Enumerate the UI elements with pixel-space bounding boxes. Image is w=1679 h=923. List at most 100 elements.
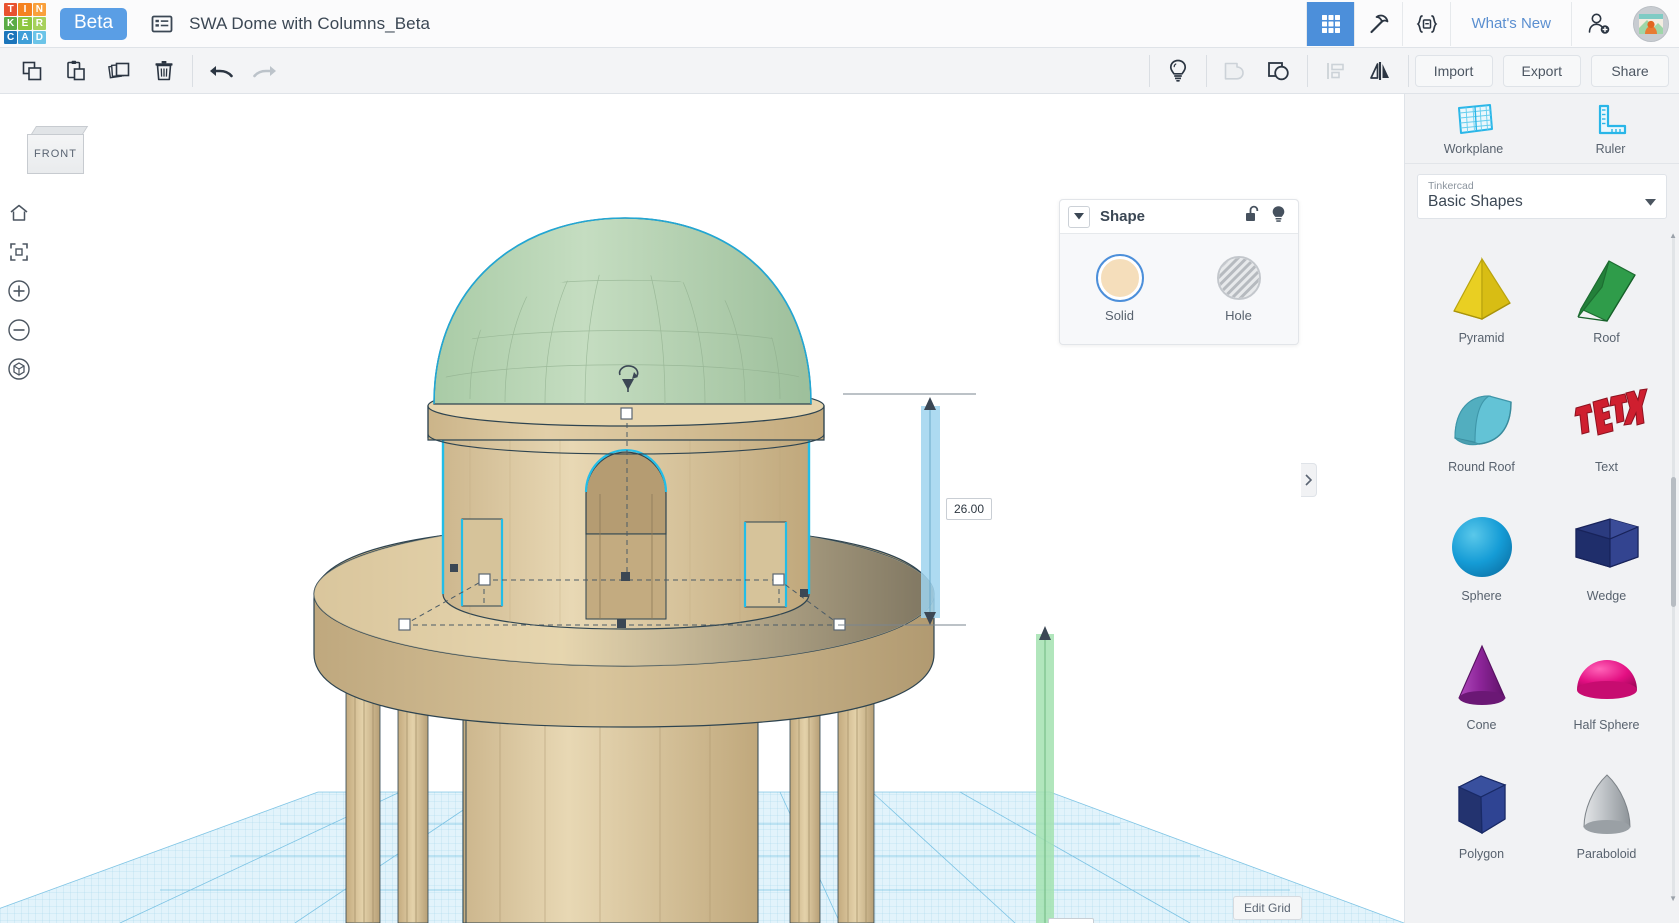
top-bar-right: What's New (1306, 0, 1679, 48)
shape-polygon[interactable]: Polygon (1419, 749, 1544, 878)
chevron-right-icon (1305, 474, 1312, 486)
shape-half-sphere[interactable]: Half Sphere (1544, 620, 1669, 749)
lightbulb-icon[interactable] (1271, 205, 1286, 229)
shape-pyramid[interactable]: Pyramid (1419, 233, 1544, 362)
solid-swatch-circle[interactable] (1095, 253, 1144, 302)
hole-swatch-label: Hole (1225, 307, 1252, 323)
shape-label: Sphere (1461, 588, 1502, 603)
half-sphere-icon (1576, 659, 1637, 699)
invite-people-button[interactable] (1571, 1, 1625, 46)
zoom-out-button[interactable] (4, 315, 34, 345)
tinkercad-app: T I N K E R C A D Beta SWA Dome with Col… (0, 0, 1679, 923)
shape-cone[interactable]: Cone (1419, 620, 1544, 749)
roof-icon (1576, 259, 1636, 322)
shapes-grid: Pyramid Roof Round Roof Text Sphere Wedg… (1405, 229, 1679, 878)
import-button[interactable]: Import (1414, 54, 1493, 87)
group-button[interactable] (1213, 51, 1257, 91)
shape-label: Text (1595, 459, 1618, 474)
workplane-tool[interactable]: Workplane (1405, 94, 1542, 163)
perspective-toggle-button[interactable] (4, 354, 34, 384)
undo-button[interactable] (199, 51, 243, 91)
paste-button[interactable] (54, 51, 98, 91)
align-button[interactable] (1314, 51, 1358, 91)
logo-tile: A (18, 31, 32, 45)
shape-roof[interactable]: Roof (1544, 233, 1669, 362)
panel-collapse-handle[interactable] (1301, 463, 1317, 497)
unlock-icon[interactable] (1244, 205, 1261, 229)
height-dimension-label[interactable]: 26.00 (946, 498, 993, 520)
scroll-up-arrow-icon[interactable]: ▲ (1669, 231, 1677, 240)
redo-button[interactable] (243, 51, 287, 91)
polygon-icon (1457, 774, 1506, 834)
ruler-tool[interactable]: Ruler (1542, 94, 1679, 163)
edit-toolbar: Import Export Share (0, 48, 1679, 94)
depth-dimension-arrow[interactable] (1036, 626, 1054, 923)
toolbar-divider (1148, 54, 1150, 87)
shape-label: Half Sphere (1573, 717, 1640, 732)
whats-new-link[interactable]: What's New (1450, 1, 1571, 46)
logo-tile: E (18, 16, 32, 31)
document-title[interactable]: SWA Dome with Columns_Beta (189, 14, 430, 34)
zoom-in-button[interactable] (4, 276, 34, 306)
text-icon (1573, 387, 1648, 436)
edit-grid-button[interactable]: Edit Grid (1233, 896, 1302, 920)
toolbar-divider (1407, 54, 1409, 87)
hole-swatch-circle[interactable] (1216, 255, 1261, 300)
hole-swatch[interactable]: Hole (1216, 255, 1261, 323)
pickaxe-build-button[interactable] (1354, 1, 1402, 46)
copy-button[interactable] (10, 51, 54, 91)
mirror-button[interactable] (1358, 51, 1402, 91)
shape-label: Polygon (1458, 846, 1505, 861)
grid-view-button[interactable] (1306, 1, 1355, 46)
shape-panel-header: Shape (1060, 200, 1298, 234)
collapse-panel-button[interactable] (1068, 205, 1090, 228)
shape-wedge[interactable]: Wedge (1544, 491, 1669, 620)
3d-canvas[interactable]: 26.00 74.00 FRONT (0, 94, 1404, 923)
ruler-tool-label: Ruler (1595, 141, 1626, 156)
beta-badge[interactable]: Beta (60, 7, 128, 40)
home-view-button[interactable] (4, 198, 34, 228)
project-list-icon[interactable] (149, 11, 175, 37)
temple-drum (441, 423, 811, 630)
shape-label: Paraboloid (1576, 846, 1637, 861)
depth-dimension-label[interactable]: 74.00 (1048, 918, 1095, 923)
scrollbar-thumb[interactable] (1671, 477, 1676, 607)
fit-to-view-button[interactable] (4, 237, 34, 267)
codeblocks-button[interactable] (1402, 1, 1450, 46)
sidebar-scrollbar[interactable]: ▲ ▼ (1669, 231, 1677, 903)
view-cube[interactable]: FRONT (27, 126, 89, 181)
dome (433, 217, 812, 405)
ungroup-button[interactable] (1257, 51, 1301, 91)
hint-button[interactable] (1156, 51, 1200, 91)
shape-label: Cone (1466, 717, 1497, 732)
scroll-down-arrow-icon[interactable]: ▼ (1669, 894, 1677, 903)
view-cube-front-face[interactable]: FRONT (27, 134, 84, 174)
top-bar: T I N K E R C A D Beta SWA Dome with Col… (0, 0, 1679, 48)
workplane-tool-label: Workplane (1443, 141, 1504, 156)
shape-label: Round Roof (1448, 459, 1515, 474)
shape-paraboloid[interactable]: Paraboloid (1544, 749, 1669, 878)
toolbar-divider (1205, 54, 1207, 87)
toolbar-divider (192, 54, 193, 87)
delete-button[interactable] (142, 51, 186, 91)
shape-text[interactable]: Text (1544, 362, 1669, 491)
duplicate-button[interactable] (98, 51, 142, 91)
logo-tile: R (32, 16, 46, 31)
shape-sphere[interactable]: Sphere (1419, 491, 1544, 620)
round-roof-icon (1453, 394, 1512, 445)
paraboloid-icon (1582, 773, 1631, 834)
tinkercad-logo[interactable]: T I N K E R C A D (2, 1, 48, 47)
export-button[interactable]: Export (1502, 54, 1581, 87)
solid-swatch[interactable]: Solid (1095, 253, 1144, 323)
shape-round-roof[interactable]: Round Roof (1419, 362, 1544, 491)
shape-label: Wedge (1586, 588, 1627, 603)
shape-inspector-panel: Shape Solid Hole (1059, 199, 1299, 345)
edit-toolbar-right: Import Export Share (1143, 51, 1679, 91)
ruler-icon (1598, 104, 1626, 134)
shape-panel-icons (1244, 205, 1290, 229)
share-button[interactable]: Share (1591, 54, 1669, 87)
pyramid-icon (1452, 256, 1511, 320)
user-avatar[interactable] (1633, 5, 1669, 42)
chevron-down-icon[interactable] (1645, 193, 1656, 211)
shape-library-dropdown[interactable]: Tinkercad Basic Shapes (1417, 174, 1667, 219)
